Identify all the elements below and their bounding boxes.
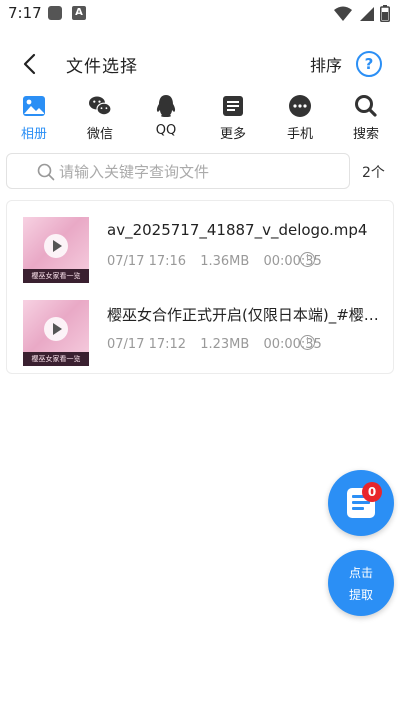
extract-button[interactable]: 点击 提取: [328, 550, 394, 616]
file-meta: 07/17 17:16 1.36MB 00:00:35: [107, 254, 332, 269]
file-list: 樱巫女家看一览 av_2025717_41887_v_delogo.mp4 07…: [6, 200, 394, 374]
navigation-bar: [0, 695, 400, 710]
file-date: 07/17 17:16: [107, 254, 187, 269]
video-thumbnail: 樱巫女家看一览: [23, 217, 89, 283]
tab-search-label: 搜索: [352, 127, 379, 142]
help-icon[interactable]: ?: [356, 51, 382, 77]
wifi-icon: [334, 6, 352, 21]
file-name: 樱巫女合作正式开启(仅限日本端)_#樱巫女: [107, 306, 383, 324]
play-icon: [44, 317, 68, 341]
sort-button[interactable]: 排序: [310, 52, 342, 76]
extract-label-line1: 点击: [348, 566, 373, 580]
tab-phone[interactable]: 手机: [272, 94, 328, 144]
page-title: 文件选择: [66, 57, 138, 77]
selected-count-badge: 0: [362, 482, 382, 502]
thumbnail-caption: 樱巫女家看一览: [23, 269, 89, 283]
search-field-icon: [37, 163, 55, 181]
tab-wechat-label: 微信: [86, 127, 113, 142]
battery-icon: [380, 5, 390, 22]
info-icon[interactable]: i: [300, 335, 315, 350]
file-name: av_2025717_41887_v_delogo.mp4: [107, 221, 368, 239]
qq-icon: [156, 95, 176, 117]
file-date: 07/17 17:12: [107, 337, 187, 352]
tab-qq[interactable]: QQ: [138, 94, 194, 144]
phone-dots-icon: [289, 95, 311, 117]
app-header: 文件选择 排序 ?: [0, 38, 400, 88]
signal-icon: [360, 6, 374, 21]
tab-wechat[interactable]: 微信: [72, 94, 128, 144]
wechat-icon: [89, 96, 112, 116]
tab-search[interactable]: 搜索: [338, 94, 394, 144]
tab-more[interactable]: 更多: [205, 94, 261, 144]
file-meta: 07/17 17:12 1.23MB 00:00:35: [107, 337, 332, 352]
tab-more-label: 更多: [219, 127, 246, 142]
source-tabs: 相册 微信 QQ 更多 手机 搜索: [0, 94, 400, 144]
file-size: 1.36MB: [200, 254, 250, 269]
tab-phone-label: 手机: [286, 127, 313, 142]
search-icon: [355, 95, 377, 117]
status-time: 7:17: [8, 4, 42, 22]
search-input[interactable]: [57, 154, 341, 190]
list-item[interactable]: 樱巫女家看一览 av_2025717_41887_v_delogo.mp4 07…: [7, 201, 393, 285]
list-item[interactable]: 樱巫女家看一览 樱巫女合作正式开启(仅限日本端)_#樱巫女 07/17 17:1…: [7, 284, 393, 368]
info-icon[interactable]: i: [300, 252, 315, 267]
more-doc-icon: [223, 96, 243, 116]
gallery-icon: [23, 96, 45, 116]
extract-label-line2: 提取: [348, 588, 373, 602]
tab-qq-label: QQ: [155, 123, 177, 138]
play-icon: [44, 234, 68, 258]
search-box: [6, 153, 350, 190]
app-notification-icon: A: [72, 6, 86, 20]
video-thumbnail: 樱巫女家看一览: [23, 300, 89, 366]
status-bar: 7:17 A: [0, 0, 400, 28]
selected-files-button[interactable]: [328, 470, 394, 536]
tab-gallery[interactable]: 相册: [6, 94, 62, 144]
result-count: 2个: [362, 165, 385, 181]
file-size: 1.23MB: [200, 337, 250, 352]
tab-gallery-label: 相册: [20, 127, 47, 142]
notification-icon: [48, 6, 62, 20]
thumbnail-caption: 樱巫女家看一览: [23, 352, 89, 366]
back-arrow-icon[interactable]: [16, 50, 44, 78]
